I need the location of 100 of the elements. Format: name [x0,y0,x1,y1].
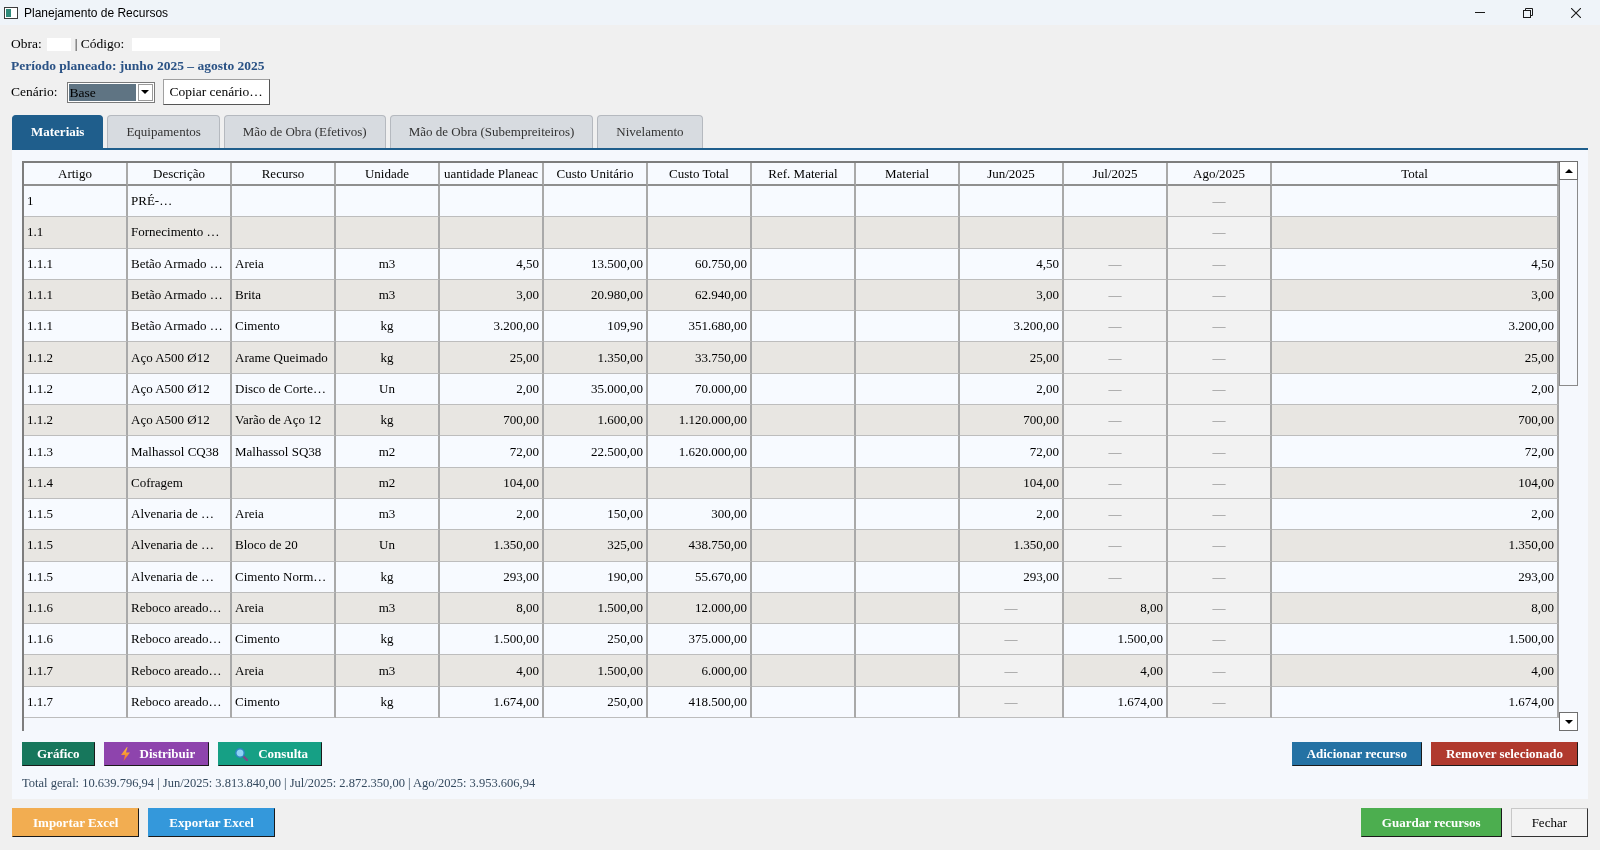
obra-label: Obra: [11,36,42,52]
table-cell: 55.670,00 [648,561,752,593]
table-cell: — [1168,624,1272,656]
dropdown-arrow-icon [141,90,149,94]
table-cell: 2,00 [1272,498,1559,531]
table-cell: 1.1.6 [24,592,128,625]
table-cell: — [1168,592,1272,625]
table-cell: Disco de Corte… [232,373,336,406]
table-cell: — [1064,530,1168,562]
table-cell: 375.000,00 [648,624,752,656]
table-cell: 6.000,00 [648,655,752,687]
table-cell: 104,00 [440,467,544,499]
table-cell: 1.1.4 [24,467,128,499]
table-cell: Cimento [232,311,336,343]
column-header[interactable]: Unidade [336,163,440,186]
table-cell: — [1168,342,1272,374]
table-cell: 1.350,00 [440,530,544,562]
scroll-down-button[interactable] [1559,712,1578,731]
table-cell: 4,50 [960,248,1064,280]
tab[interactable]: Mão de Obra (Subempreiteiros) [389,115,594,148]
chart-button[interactable]: Gráfico [22,742,95,766]
table-cell: Reboco areado… [128,624,232,656]
table-cell: Arame Queimado [232,342,336,374]
table-cell: Reboco areado… [128,655,232,687]
table-cell: — [1064,248,1168,280]
table-cell: 1.674,00 [1064,686,1168,719]
table-cell: 1.500,00 [1272,624,1559,656]
table-cell: — [1168,405,1272,437]
column-header[interactable]: Custo Unitário [544,163,648,186]
table-cell: 2,00 [1272,373,1559,406]
table-cell: 25,00 [960,342,1064,374]
table-cell: 1.620.000,00 [648,436,752,468]
remove-selected-button[interactable]: Remover selecionado [1430,742,1578,766]
table-cell: — [1168,217,1272,249]
scrollbar-thumb[interactable] [1559,180,1578,386]
table-cell: m3 [336,498,440,531]
tab[interactable]: Equipamentos [107,115,220,148]
table-cell: — [1064,467,1168,499]
table-cell: — [960,655,1064,687]
table-cell: — [1064,373,1168,406]
table-cell: 4,50 [1272,248,1559,280]
table-cell: 33.750,00 [648,342,752,374]
tab[interactable]: Mão de Obra (Efetivos) [223,115,386,148]
column-header[interactable]: Material [856,163,960,186]
table-cell: 8,00 [1272,592,1559,625]
close-icon[interactable] [1571,7,1581,18]
table-cell: 8,00 [1064,592,1168,625]
table-cell: 1.120.000,00 [648,405,752,437]
table-cell: 1.1.5 [24,561,128,593]
distribute-button[interactable]: Distribuir [103,742,210,766]
table-cell: Betão Armado … [128,279,232,312]
table-cell: Alvenaria de … [128,498,232,531]
table-cell: 12.000,00 [648,592,752,625]
table-cell: 4,00 [1064,655,1168,687]
column-header[interactable]: Jun/2025 [960,163,1064,186]
table-cell: — [1064,436,1168,468]
table-cell: 250,00 [544,624,648,656]
table-cell: — [1168,530,1272,562]
table-cell: kg [336,686,440,719]
column-header[interactable]: Total [1272,163,1559,186]
magnifier-icon [235,747,249,761]
tab[interactable]: Nivelamento [597,115,703,148]
column-header[interactable]: uantidade Planeac [440,163,544,186]
table-cell: 4,00 [1272,655,1559,687]
table-cell: 25,00 [440,342,544,374]
table-cell: Reboco areado… [128,592,232,625]
table-cell: 8,00 [440,592,544,625]
table-cell: — [1168,498,1272,531]
table-cell: Cofragem [128,467,232,499]
column-header[interactable]: Ref. Material [752,163,856,186]
table-cell: 3.200,00 [440,311,544,343]
scroll-up-button[interactable] [1559,161,1578,180]
scenario-dropdown[interactable]: Base [66,81,155,103]
column-header[interactable]: Ago/2025 [1168,163,1272,186]
table-cell: 2,00 [960,498,1064,531]
column-header[interactable]: Artigo [24,163,128,186]
table-cell: 293,00 [1272,561,1559,593]
table-cell: Cimento [232,686,336,719]
table-cell: 1.1.3 [24,436,128,468]
period-text: Período planeado: junho 2025 – agosto 2025 [11,58,266,74]
table-cell: Varão de Aço 12 [232,405,336,437]
table-cell: 1.500,00 [544,655,648,687]
table-cell: Malhassol CQ38 [128,436,232,468]
table-cell: m3 [336,279,440,312]
table-cell: 3,00 [440,279,544,312]
table-cell: Fornecimento … [128,217,232,249]
column-header[interactable]: Jul/2025 [1064,163,1168,186]
column-header[interactable]: Recurso [232,163,336,186]
add-resource-button[interactable]: Adicionar recurso [1291,742,1422,766]
copy-scenario-button[interactable]: Copiar cenário… [162,79,270,105]
table-cell: Aço A500 Ø12 [128,373,232,406]
tab[interactable]: Materiais [12,115,104,148]
column-header[interactable]: Custo Total [648,163,752,186]
column-header[interactable]: Descrição [128,163,232,186]
table-cell: 72,00 [1272,436,1559,468]
close-button[interactable]: Fechar [1510,808,1588,837]
table-cell: Brita [232,279,336,312]
table-cell: kg [336,405,440,437]
restore-icon[interactable] [1523,7,1533,18]
table-cell: 293,00 [440,561,544,593]
